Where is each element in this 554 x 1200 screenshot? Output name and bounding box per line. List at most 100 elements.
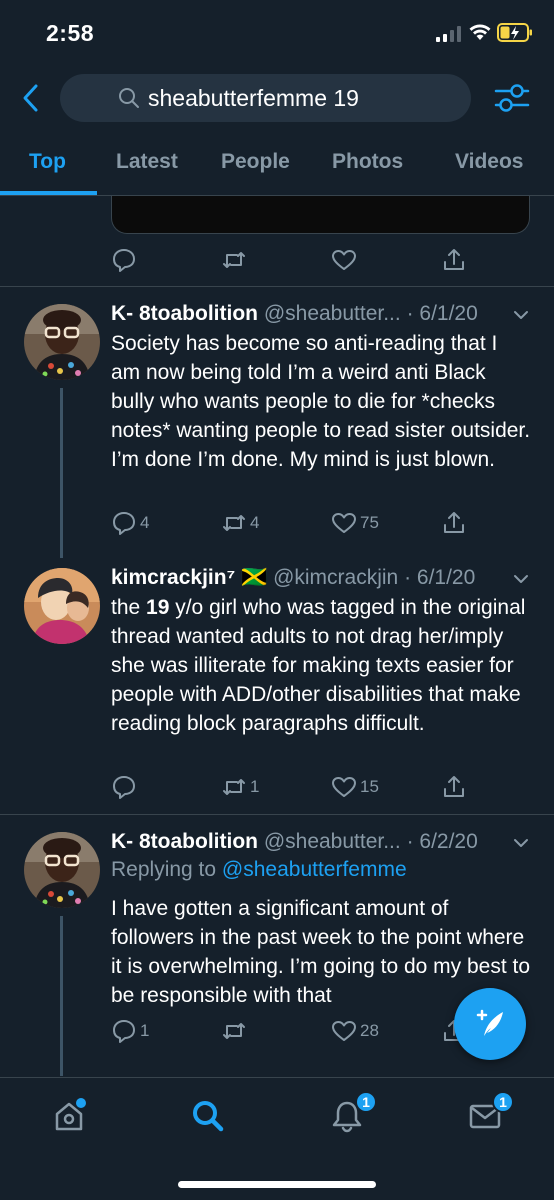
tweet-author-handle[interactable]: @kimcrackjin	[273, 566, 398, 589]
reply-button[interactable]	[111, 772, 137, 802]
search-input[interactable]: sheabutterfemme 19	[60, 74, 471, 122]
chevron-down-icon[interactable]	[511, 569, 531, 589]
reply-icon	[113, 249, 135, 272]
retweet-count: 4	[250, 513, 260, 532]
retweet-icon	[223, 515, 245, 531]
thread-line	[60, 916, 63, 1076]
tab-explore[interactable]	[188, 1096, 228, 1136]
like-button[interactable]	[331, 245, 357, 275]
filter-icon[interactable]	[493, 80, 531, 116]
share-icon	[444, 776, 464, 797]
tweet-author-name[interactable]: kimcrackjin⁷ 🇯🇲	[111, 566, 267, 589]
thread-line	[60, 388, 63, 558]
retweet-icon	[223, 779, 245, 795]
avatar[interactable]	[24, 832, 100, 908]
divider	[0, 814, 554, 815]
reply-count: 4	[140, 513, 150, 532]
reply-icon	[113, 776, 135, 799]
tweet-actions: 1 15	[111, 772, 531, 802]
tweet-text-prefix: the	[111, 596, 147, 619]
replying-to: Replying to @sheabutterfemme	[111, 858, 407, 882]
reply-button[interactable]: 4	[111, 508, 149, 538]
reply-button[interactable]: 1	[111, 1016, 149, 1046]
share-button[interactable]	[441, 245, 467, 275]
retweet-button[interactable]	[221, 1016, 247, 1046]
tweet-author-name[interactable]: K- 8toabolition	[111, 830, 258, 853]
new-content-dot	[76, 1098, 86, 1108]
tab-notifications[interactable]: 1	[327, 1091, 377, 1136]
status-time: 2:58	[46, 20, 95, 46]
tweet-actions: 4 4 75	[111, 508, 531, 538]
share-icon	[444, 249, 464, 270]
tab-home[interactable]	[49, 1096, 89, 1136]
back-chevron-icon	[23, 84, 38, 112]
retweet-button[interactable]	[221, 245, 247, 275]
avatar-image	[24, 568, 100, 644]
compose-tweet-button[interactable]	[454, 988, 526, 1060]
like-icon	[332, 513, 356, 533]
status-bar: 2:58	[0, 0, 554, 66]
search-icon	[119, 88, 139, 108]
home-indicator[interactable]	[178, 1181, 376, 1188]
like-button[interactable]: 75	[331, 508, 379, 538]
avatar-image	[24, 304, 100, 380]
tweet-text: Society has become so anti-reading that …	[111, 332, 531, 471]
retweet-button[interactable]: 1	[221, 772, 259, 802]
back-button[interactable]	[14, 80, 46, 116]
explore-icon	[193, 1101, 224, 1132]
tweet-text-suffix: y/o girl who was tagged in the original …	[111, 596, 526, 735]
notifications-badge: 1	[355, 1091, 377, 1113]
replying-to-mention[interactable]: @sheabutterfemme	[222, 858, 407, 881]
like-button[interactable]: 15	[331, 772, 379, 802]
chevron-down-icon[interactable]	[511, 833, 531, 853]
cellular-signal-icon	[436, 26, 461, 42]
tweet-header: K- 8toabolition @sheabutter... · 6/1/20	[111, 302, 531, 332]
search-term-highlight: 19	[146, 596, 170, 619]
tweet-author-handle[interactable]: @sheabutter...	[264, 830, 401, 853]
tab-photos[interactable]: Photos	[332, 150, 403, 174]
tab-people[interactable]: People	[221, 150, 290, 174]
battery-charging-icon	[497, 23, 532, 42]
tweet-text: I have gotten a significant amount of fo…	[111, 897, 531, 1007]
like-icon	[332, 1021, 356, 1041]
tweet-author-handle[interactable]: @sheabutter...	[264, 302, 401, 325]
tweet-author-name[interactable]: K- 8toabolition	[111, 302, 258, 325]
tab-top[interactable]: Top	[29, 150, 66, 174]
wifi-icon	[469, 24, 491, 40]
chevron-down-icon[interactable]	[511, 305, 531, 325]
tweet-date: · 6/2/20	[406, 830, 478, 853]
avatar[interactable]	[24, 568, 100, 644]
like-count: 28	[360, 1021, 379, 1040]
active-tab-indicator	[0, 191, 97, 195]
retweet-count: 1	[250, 777, 260, 796]
tweet-text: the 19 y/o girl who was tagged in the or…	[111, 593, 531, 738]
tweet-date: · 6/1/20	[404, 566, 476, 589]
share-button[interactable]	[441, 508, 467, 538]
avatar[interactable]	[24, 304, 100, 380]
like-icon	[332, 250, 356, 270]
tab-latest[interactable]: Latest	[116, 150, 178, 174]
like-count: 15	[360, 777, 379, 796]
tweet-header: K- 8toabolition @sheabutter... · 6/2/20	[111, 830, 531, 860]
compose-tweet-icon	[476, 1009, 503, 1036]
retweet-button[interactable]: 4	[221, 508, 259, 538]
like-button[interactable]: 28	[331, 1016, 379, 1046]
like-count: 75	[360, 513, 379, 532]
messages-badge: 1	[492, 1091, 514, 1113]
reply-icon	[113, 1020, 135, 1043]
tab-videos[interactable]: Videos	[455, 150, 523, 174]
divider	[0, 286, 554, 287]
retweet-icon	[223, 252, 245, 268]
tab-messages[interactable]: 1	[465, 1091, 514, 1136]
tweet-actions	[111, 245, 531, 275]
retweet-icon	[223, 1023, 245, 1039]
share-button[interactable]	[441, 772, 467, 802]
reply-icon	[113, 512, 135, 535]
tweet-date: · 6/1/20	[406, 302, 478, 325]
reply-button[interactable]	[111, 245, 137, 275]
tweet-media[interactable]	[111, 196, 530, 234]
tweet-header: kimcrackjin⁷ 🇯🇲 @kimcrackjin · 6/1/20	[111, 566, 531, 596]
bottom-tab-bar: 1 1	[0, 1077, 554, 1200]
like-icon	[332, 777, 356, 797]
replying-to-label: Replying to	[111, 858, 217, 881]
